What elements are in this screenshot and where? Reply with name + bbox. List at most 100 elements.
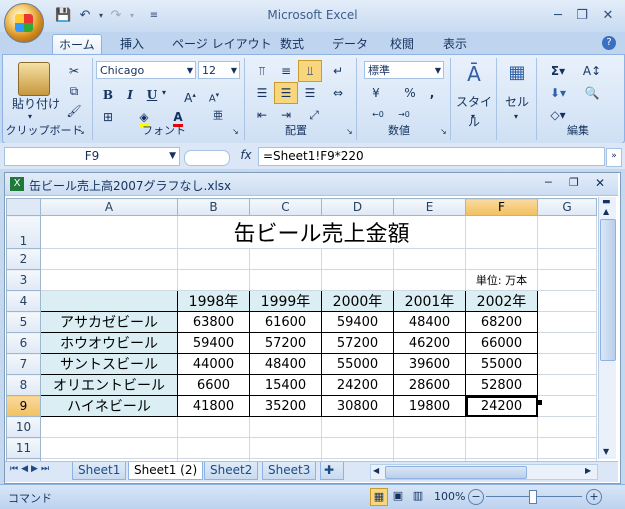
split-box-icon[interactable]: ▬ [602,197,611,207]
year-header[interactable]: 1999年 [249,290,322,312]
help-icon[interactable]: ? [602,36,616,50]
grid-cell[interactable] [321,437,394,459]
horizontal-scrollbar[interactable]: ◀ ▶ [370,464,598,480]
row-header[interactable]: 2 [6,248,41,270]
grid-cell[interactable] [393,269,466,291]
grid-cell[interactable] [537,437,597,459]
data-cell[interactable]: 39600 [393,353,466,375]
grid-cell[interactable] [249,416,322,438]
row-header[interactable]: 3 [6,269,41,291]
grid-cell[interactable] [465,416,538,438]
data-cell[interactable]: 44000 [177,353,250,375]
grid-cell[interactable] [393,248,466,270]
number-format-combo[interactable]: 標準 ▼ [364,61,444,79]
column-header[interactable]: E [393,198,466,216]
tab-insert[interactable]: 挿入 [114,34,150,54]
row-header[interactable]: 7 [6,353,41,375]
header-cell[interactable] [40,290,178,312]
data-cell[interactable]: 48400 [249,353,322,375]
grid-cell[interactable] [537,290,597,312]
data-cell[interactable]: 41800 [177,395,250,417]
grid-cell[interactable] [537,311,597,333]
grid-cell[interactable] [537,269,597,291]
data-cell[interactable]: 57200 [249,332,322,354]
data-cell[interactable]: 24200 [321,374,394,396]
sheet-tab[interactable]: Sheet1 [72,462,127,480]
paste-button[interactable]: 貼り付け [8,94,64,114]
grid-cell[interactable] [537,248,597,270]
font-size-combo[interactable]: 12 ▼ [198,61,240,79]
restore-icon[interactable]: ❐ [572,8,592,24]
data-cell[interactable]: 15400 [249,374,322,396]
sheet-tab[interactable]: Sheet3 [262,462,317,480]
font-name-combo[interactable]: Chicago ▼ [96,61,196,79]
sheet-title[interactable]: 缶ビール売上金額 [177,215,466,249]
alignment-launcher-icon[interactable]: ↘ [346,127,353,136]
grid-cell[interactable] [177,269,250,291]
select-all-corner[interactable] [6,198,41,216]
workbook-minimize-icon[interactable]: ─ [545,176,552,189]
format-painter-icon[interactable]: 🖌 [62,100,86,122]
page-break-view-icon[interactable]: ▥ [410,488,426,504]
paste-dropdown-icon[interactable]: ▾ [28,112,32,121]
workbook-close-icon[interactable]: ✕ [595,176,605,190]
shrink-font-icon[interactable]: A▾ [202,84,226,106]
align-right-icon[interactable]: ☰ [298,82,322,104]
scroll-left-icon[interactable]: ◀ [373,466,379,475]
row-header[interactable]: 4 [6,290,41,312]
grid-cell[interactable] [321,248,394,270]
clipboard-launcher-icon[interactable]: ↘ [78,127,85,136]
data-cell[interactable]: 59400 [321,311,394,333]
column-header[interactable]: D [321,198,394,216]
underline-button[interactable]: U [140,84,164,106]
year-header[interactable]: 2000年 [321,290,394,312]
grid-cell[interactable] [537,353,597,375]
grid-cell[interactable] [465,215,538,249]
grid-cell[interactable] [537,374,597,396]
brand-name-cell[interactable]: ホウオウビール [40,332,178,354]
brand-name-cell[interactable]: アサカゼビール [40,311,178,333]
grid-cell[interactable] [537,215,597,249]
normal-view-icon[interactable]: ▦ [370,488,388,506]
grid-cell[interactable] [40,269,178,291]
tab-page-layout[interactable]: ページ レイアウト [166,34,278,54]
data-cell[interactable]: 68200 [465,311,538,333]
grid-cell[interactable] [40,437,178,459]
currency-icon[interactable]: ¥ [364,82,388,104]
wrap-text-icon[interactable]: ↵ [326,60,350,82]
row-header[interactable]: 11 [6,437,41,459]
year-header[interactable]: 1998年 [177,290,250,312]
orientation-icon[interactable]: ⤢ [302,104,326,126]
data-cell[interactable]: 55000 [321,353,394,375]
cells-dropdown-icon[interactable]: ▾ [514,112,518,121]
find-select-icon[interactable]: 🔍 [580,82,604,104]
insert-function-button[interactable]: fx [236,148,256,165]
data-cell[interactable]: 48400 [393,311,466,333]
tab-home[interactable]: ホーム [52,34,102,55]
comma-button[interactable]: , [420,82,444,104]
worksheet-grid[interactable]: A B C D E F G 1 缶ビール売上金額 2 3 単位: 万本 4 19… [6,198,597,480]
increase-decimal-icon[interactable]: ←0 [366,104,390,126]
italic-button[interactable]: I [118,84,142,106]
data-cell[interactable]: 57200 [321,332,394,354]
grid-cell[interactable] [321,416,394,438]
zoom-out-icon[interactable]: − [468,489,484,505]
grid-cell[interactable] [177,248,250,270]
formula-input[interactable]: =Sheet1!F9*220 [258,147,605,166]
tab-review[interactable]: 校閲 [384,34,420,54]
grid-cell[interactable] [393,437,466,459]
clear-icon[interactable]: ◇▾ [546,104,570,126]
data-cell[interactable]: 46200 [393,332,466,354]
grid-cell[interactable] [465,437,538,459]
insert-sheet-icon[interactable]: ✚ [320,462,344,480]
grid-cell[interactable] [249,437,322,459]
sheet-tab[interactable]: Sheet2 [204,462,259,480]
h-scroll-thumb[interactable] [385,466,527,479]
data-cell[interactable]: 55000 [465,353,538,375]
scroll-thumb[interactable] [600,219,616,361]
brand-name-cell[interactable]: オリエントビール [40,374,178,396]
grid-cell[interactable] [40,215,178,249]
tab-view[interactable]: 表示 [437,34,473,54]
tab-data[interactable]: データ [326,34,374,54]
decrease-decimal-icon[interactable]: →0 [392,104,416,126]
